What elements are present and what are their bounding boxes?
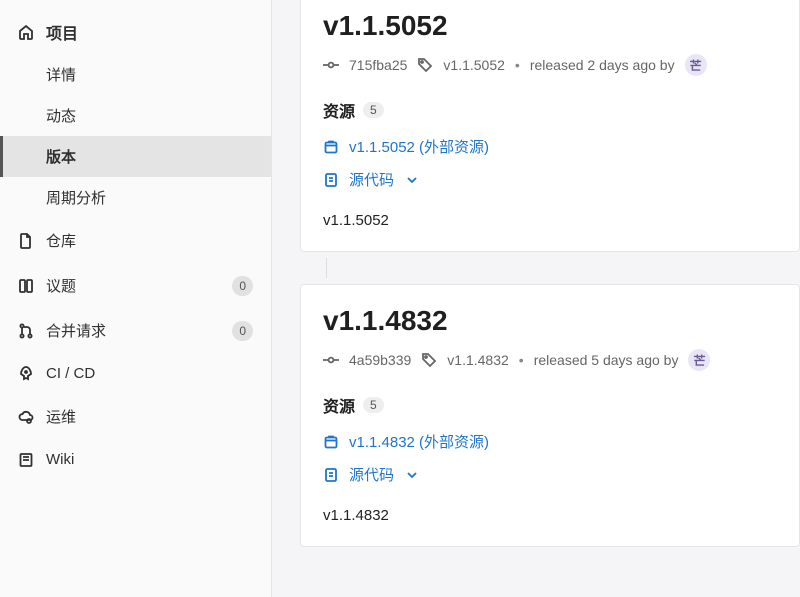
assets-heading: 资源 5: [323, 393, 777, 417]
release-meta: 4a59b339 v1.1.4832 released 5 days ago b…: [323, 349, 777, 371]
cloud-gear-icon: [18, 409, 34, 425]
release-title[interactable]: v1.1.4832: [323, 305, 777, 337]
issues-icon: [18, 278, 34, 294]
book-icon: [18, 452, 34, 468]
separator-dot: [519, 352, 524, 368]
package-icon: [323, 139, 339, 155]
tag-icon: [421, 352, 437, 368]
commit-sha[interactable]: 4a59b339: [349, 352, 411, 368]
commit-icon: [323, 352, 339, 368]
separator-dot: [515, 57, 520, 73]
commit-icon: [323, 57, 339, 73]
sidebar-item-operations[interactable]: 运维: [0, 394, 271, 439]
rocket-icon: [18, 366, 34, 382]
sidebar-sub-details[interactable]: 详情: [0, 54, 271, 95]
sidebar-sub-label: 动态: [46, 105, 76, 126]
release-body: v1.1.4832: [323, 507, 777, 524]
commit-sha[interactable]: 715fba25: [349, 57, 407, 73]
content: v1.1.5052 715fba25 v1.1.5052 released 2 …: [272, 0, 800, 597]
sidebar-item-label: 议题: [46, 275, 76, 296]
release-card: v1.1.5052 715fba25 v1.1.5052 released 2 …: [300, 0, 800, 252]
sidebar-item-repository[interactable]: 仓库: [0, 218, 271, 263]
sidebar-item-issues[interactable]: 议题 0: [0, 263, 271, 308]
assets-count-badge: 5: [363, 397, 384, 413]
released-text: released 5 days ago by: [534, 352, 679, 368]
sidebar-section-label: 项目: [46, 20, 78, 44]
chevron-down-icon: [404, 467, 420, 483]
package-icon: [323, 434, 339, 450]
sidebar-section-project[interactable]: 项目: [0, 10, 271, 54]
source-code-label: 源代码: [349, 169, 394, 190]
asset-external-link[interactable]: v1.1.4832 (外部资源): [323, 431, 777, 452]
tag-name[interactable]: v1.1.5052: [443, 57, 505, 73]
assets-label-text: 资源: [323, 98, 355, 122]
source-code-dropdown[interactable]: 源代码: [323, 169, 777, 190]
release-body: v1.1.5052: [323, 212, 777, 229]
document-icon: [323, 467, 339, 483]
asset-external-link[interactable]: v1.1.5052 (外部资源): [323, 136, 777, 157]
release-card: v1.1.4832 4a59b339 v1.1.4832 released 5 …: [300, 284, 800, 547]
timeline-connector: [326, 258, 800, 278]
sidebar-sub-label: 详情: [46, 64, 76, 85]
assets-count-badge: 5: [363, 102, 384, 118]
sidebar-item-label: Wiki: [46, 451, 74, 468]
released-text: released 2 days ago by: [530, 57, 675, 73]
avatar[interactable]: 芒: [685, 54, 707, 76]
asset-link-text: v1.1.5052 (外部资源): [349, 136, 489, 157]
sidebar-item-cicd[interactable]: CI / CD: [0, 353, 271, 394]
document-icon: [323, 172, 339, 188]
asset-link-text: v1.1.4832 (外部资源): [349, 431, 489, 452]
tag-icon: [417, 57, 433, 73]
release-meta: 715fba25 v1.1.5052 released 2 days ago b…: [323, 54, 777, 76]
sidebar-item-label: CI / CD: [46, 365, 95, 382]
sidebar-item-merge-requests[interactable]: 合并请求 0: [0, 308, 271, 353]
tag-name[interactable]: v1.1.4832: [447, 352, 509, 368]
sidebar: 项目 详情 动态 版本 周期分析 仓库 议题 0: [0, 0, 272, 597]
source-code-dropdown[interactable]: 源代码: [323, 464, 777, 485]
home-icon: [18, 24, 34, 40]
sidebar-item-label: 合并请求: [46, 320, 106, 341]
source-code-label: 源代码: [349, 464, 394, 485]
file-icon: [18, 233, 34, 249]
sidebar-item-label: 运维: [46, 406, 76, 427]
sidebar-sub-releases[interactable]: 版本: [0, 136, 271, 177]
sidebar-sub-label: 周期分析: [46, 187, 106, 208]
sidebar-item-wiki[interactable]: Wiki: [0, 439, 271, 480]
assets-heading: 资源 5: [323, 98, 777, 122]
sidebar-item-label: 仓库: [46, 230, 76, 251]
chevron-down-icon: [404, 172, 420, 188]
assets-label-text: 资源: [323, 393, 355, 417]
sidebar-sub-cycle-analytics[interactable]: 周期分析: [0, 177, 271, 218]
mr-count-badge: 0: [232, 321, 253, 341]
sidebar-sub-activity[interactable]: 动态: [0, 95, 271, 136]
release-title[interactable]: v1.1.5052: [323, 10, 777, 42]
issues-count-badge: 0: [232, 276, 253, 296]
avatar[interactable]: 芒: [688, 349, 710, 371]
merge-icon: [18, 323, 34, 339]
sidebar-sub-label: 版本: [46, 146, 76, 167]
